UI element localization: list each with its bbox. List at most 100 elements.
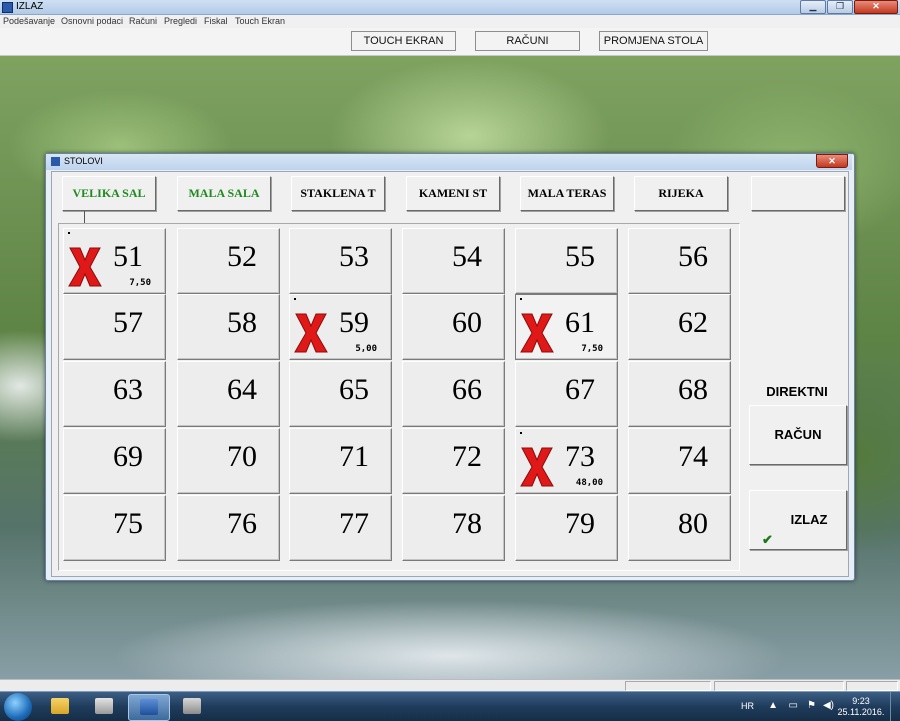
table-number: 69 bbox=[113, 440, 143, 473]
monitor-icon[interactable]: ▭ bbox=[789, 700, 798, 711]
table-button-76[interactable]: 76 bbox=[177, 495, 280, 561]
table-button-72[interactable]: 72 bbox=[402, 428, 505, 494]
table-button-69[interactable]: 69 bbox=[63, 428, 166, 494]
table-dot bbox=[520, 298, 522, 300]
volume-icon[interactable]: ◀) bbox=[823, 700, 834, 711]
table-number: 72 bbox=[452, 440, 482, 473]
table-button-58[interactable]: 58 bbox=[177, 294, 280, 360]
table-button-60[interactable]: 60 bbox=[402, 294, 505, 360]
system-tray: HR ▲ ▭ ⚑ ◀) 9:23 25.11.2016. bbox=[730, 692, 900, 721]
room-tab-mala-teras[interactable]: MALA TERAS bbox=[520, 176, 614, 211]
table-button-54[interactable]: 54 bbox=[402, 228, 505, 294]
language-indicator[interactable]: HR bbox=[741, 701, 754, 711]
flag-icon[interactable]: ⚑ bbox=[807, 700, 816, 711]
start-button[interactable] bbox=[4, 693, 32, 721]
occupied-x-icon bbox=[520, 313, 554, 353]
printer-icon bbox=[183, 698, 201, 714]
table-button-78[interactable]: 78 bbox=[402, 495, 505, 561]
room-tab-mala-sala[interactable]: MALA SALA bbox=[177, 176, 271, 211]
table-number: 67 bbox=[565, 373, 595, 406]
table-button-65[interactable]: 65 bbox=[289, 361, 392, 427]
taskbar-izlaz-app[interactable] bbox=[128, 694, 170, 721]
table-button-67[interactable]: 67 bbox=[515, 361, 618, 427]
direktni-racun-button[interactable]: RAČUN bbox=[749, 405, 847, 465]
table-button-53[interactable]: 53 bbox=[289, 228, 392, 294]
table-amount: 5,00 bbox=[355, 344, 377, 354]
table-number: 71 bbox=[339, 440, 369, 473]
table-number: 55 bbox=[565, 240, 595, 273]
table-button-56[interactable]: 56 bbox=[628, 228, 731, 294]
table-button-55[interactable]: 55 bbox=[515, 228, 618, 294]
dialog-close-button[interactable]: ✕ bbox=[816, 154, 848, 168]
tray-arrow-icon[interactable]: ▲ bbox=[768, 700, 778, 711]
clock-date: 25.11.2016. bbox=[837, 707, 885, 717]
calculator-icon bbox=[95, 698, 113, 714]
window-controls: ▁ ❐ ✕ bbox=[799, 0, 898, 14]
room-tab-velika-sal[interactable]: VELIKA SAL bbox=[62, 176, 156, 211]
table-button-59[interactable]: 59 5,00 bbox=[289, 294, 392, 360]
room-tab-kameni-st[interactable]: KAMENI ST bbox=[406, 176, 500, 211]
room-tab-empty[interactable] bbox=[751, 176, 845, 211]
clock[interactable]: 9:23 25.11.2016. bbox=[836, 696, 886, 718]
table-number: 61 bbox=[565, 306, 595, 339]
menu-podesavanje[interactable]: Podešavanje bbox=[3, 16, 55, 26]
table-number: 66 bbox=[452, 373, 482, 406]
occupied-x-icon bbox=[520, 447, 554, 487]
room-tab-rijeka[interactable]: RIJEKA bbox=[634, 176, 728, 211]
table-number: 75 bbox=[113, 507, 143, 540]
room-tab-staklena-t[interactable]: STAKLENA T bbox=[291, 176, 385, 211]
table-button-68[interactable]: 68 bbox=[628, 361, 731, 427]
table-button-77[interactable]: 77 bbox=[289, 495, 392, 561]
table-button-73[interactable]: 73 48,00 bbox=[515, 428, 618, 494]
table-button-51[interactable]: 51 7,50 bbox=[63, 228, 166, 294]
stolovi-dialog: STOLOVI ✕ VELIKA SAL MALA SALA STAKLENA … bbox=[45, 153, 855, 581]
maximize-button[interactable]: ❐ bbox=[827, 0, 853, 14]
status-bar bbox=[0, 679, 900, 691]
table-button-63[interactable]: 63 bbox=[63, 361, 166, 427]
table-button-64[interactable]: 64 bbox=[177, 361, 280, 427]
table-number: 77 bbox=[339, 507, 369, 540]
dialog-title: STOLOVI bbox=[64, 156, 103, 166]
table-button-62[interactable]: 62 bbox=[628, 294, 731, 360]
menu-osnovni-podaci[interactable]: Osnovni podaci bbox=[61, 16, 123, 26]
taskbar-explorer[interactable] bbox=[40, 694, 80, 719]
menubar: Podešavanje Osnovni podaci Računi Pregle… bbox=[0, 15, 900, 28]
table-number: 58 bbox=[227, 306, 257, 339]
izlaz-button[interactable]: ✔ IZLAZ bbox=[749, 490, 847, 550]
app-icon bbox=[2, 2, 13, 13]
promjena-stola-button[interactable]: PROMJENA STOLA bbox=[599, 31, 708, 51]
tables-grid: 51 7,50 52 53 54 55 56 57 58 59 5,00 60 61 7,50 62 63 64… bbox=[58, 223, 740, 571]
table-number: 76 bbox=[227, 507, 257, 540]
table-button-61[interactable]: 61 7,50 bbox=[515, 294, 618, 360]
table-number: 74 bbox=[678, 440, 708, 473]
table-button-75[interactable]: 75 bbox=[63, 495, 166, 561]
taskbar-printer[interactable] bbox=[172, 694, 212, 719]
table-button-79[interactable]: 79 bbox=[515, 495, 618, 561]
table-button-66[interactable]: 66 bbox=[402, 361, 505, 427]
taskbar-calculator[interactable] bbox=[84, 694, 124, 719]
racun-label: RAČUN bbox=[774, 427, 822, 442]
menu-touch-ekran[interactable]: Touch Ekran bbox=[235, 16, 285, 26]
show-desktop-button[interactable] bbox=[890, 692, 900, 721]
table-button-74[interactable]: 74 bbox=[628, 428, 731, 494]
table-button-71[interactable]: 71 bbox=[289, 428, 392, 494]
table-button-52[interactable]: 52 bbox=[177, 228, 280, 294]
app-taskbar-icon bbox=[140, 699, 158, 715]
app-titlebar: IZLAZ ▁ ❐ ✕ bbox=[0, 0, 900, 15]
table-number: 51 bbox=[113, 240, 143, 273]
status-panel-2 bbox=[714, 681, 844, 691]
table-number: 65 bbox=[339, 373, 369, 406]
table-button-70[interactable]: 70 bbox=[177, 428, 280, 494]
minimize-button[interactable]: ▁ bbox=[800, 0, 826, 14]
racuni-button[interactable]: RAČUNI bbox=[475, 31, 580, 51]
touch-ekran-button[interactable]: TOUCH EKRAN bbox=[351, 31, 456, 51]
table-button-80[interactable]: 80 bbox=[628, 495, 731, 561]
menu-pregledi[interactable]: Pregledi bbox=[164, 16, 197, 26]
close-button[interactable]: ✕ bbox=[854, 0, 898, 14]
table-number: 62 bbox=[678, 306, 708, 339]
dialog-titlebar: STOLOVI ✕ bbox=[46, 154, 852, 170]
status-panel-1 bbox=[625, 681, 711, 691]
menu-fiskal[interactable]: Fiskal bbox=[204, 16, 228, 26]
menu-racuni[interactable]: Računi bbox=[129, 16, 157, 26]
table-button-57[interactable]: 57 bbox=[63, 294, 166, 360]
